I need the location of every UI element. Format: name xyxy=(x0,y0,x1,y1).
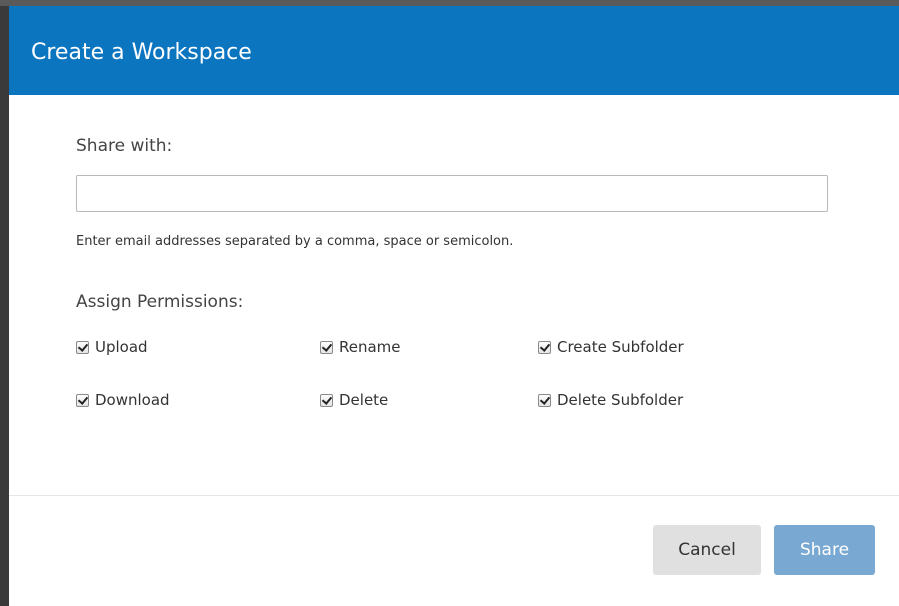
dialog-title: Create a Workspace xyxy=(31,40,252,65)
upload-checkbox[interactable] xyxy=(76,340,89,354)
checkmark-icon xyxy=(77,393,89,405)
window-left-edge xyxy=(0,6,9,606)
delete-checkbox[interactable] xyxy=(320,393,333,407)
permission-label: Rename xyxy=(339,338,401,356)
checkmark-icon xyxy=(77,340,89,352)
delete-subfolder-checkbox[interactable] xyxy=(538,393,551,407)
permission-rename[interactable]: Rename xyxy=(320,337,401,357)
share-button[interactable]: Share xyxy=(774,525,875,575)
permission-create-subfolder[interactable]: Create Subfolder xyxy=(538,337,684,357)
assign-permissions-label: Assign Permissions: xyxy=(76,292,244,312)
share-email-input[interactable] xyxy=(76,175,828,212)
email-help-text: Enter email addresses separated by a com… xyxy=(76,234,514,249)
permission-label: Create Subfolder xyxy=(557,338,684,356)
checkmark-icon xyxy=(539,393,551,405)
permission-delete[interactable]: Delete xyxy=(320,390,388,410)
dialog-header: Create a Workspace xyxy=(9,6,899,95)
checkmark-icon xyxy=(321,393,333,405)
permission-label: Download xyxy=(95,391,170,409)
checkmark-icon xyxy=(539,340,551,352)
download-checkbox[interactable] xyxy=(76,393,89,407)
checkmark-icon xyxy=(321,340,333,352)
share-with-label: Share with: xyxy=(76,136,173,156)
footer-divider xyxy=(9,495,899,496)
permission-download[interactable]: Download xyxy=(76,390,170,410)
permission-label: Upload xyxy=(95,338,148,356)
create-workspace-dialog: Create a Workspace Share with: Enter ema… xyxy=(9,6,899,606)
permission-upload[interactable]: Upload xyxy=(76,337,148,357)
cancel-button[interactable]: Cancel xyxy=(653,525,761,575)
permission-delete-subfolder[interactable]: Delete Subfolder xyxy=(538,390,683,410)
permission-label: Delete Subfolder xyxy=(557,391,684,409)
create-subfolder-checkbox[interactable] xyxy=(538,340,551,354)
rename-checkbox[interactable] xyxy=(320,340,333,354)
permission-label: Delete xyxy=(339,391,389,409)
